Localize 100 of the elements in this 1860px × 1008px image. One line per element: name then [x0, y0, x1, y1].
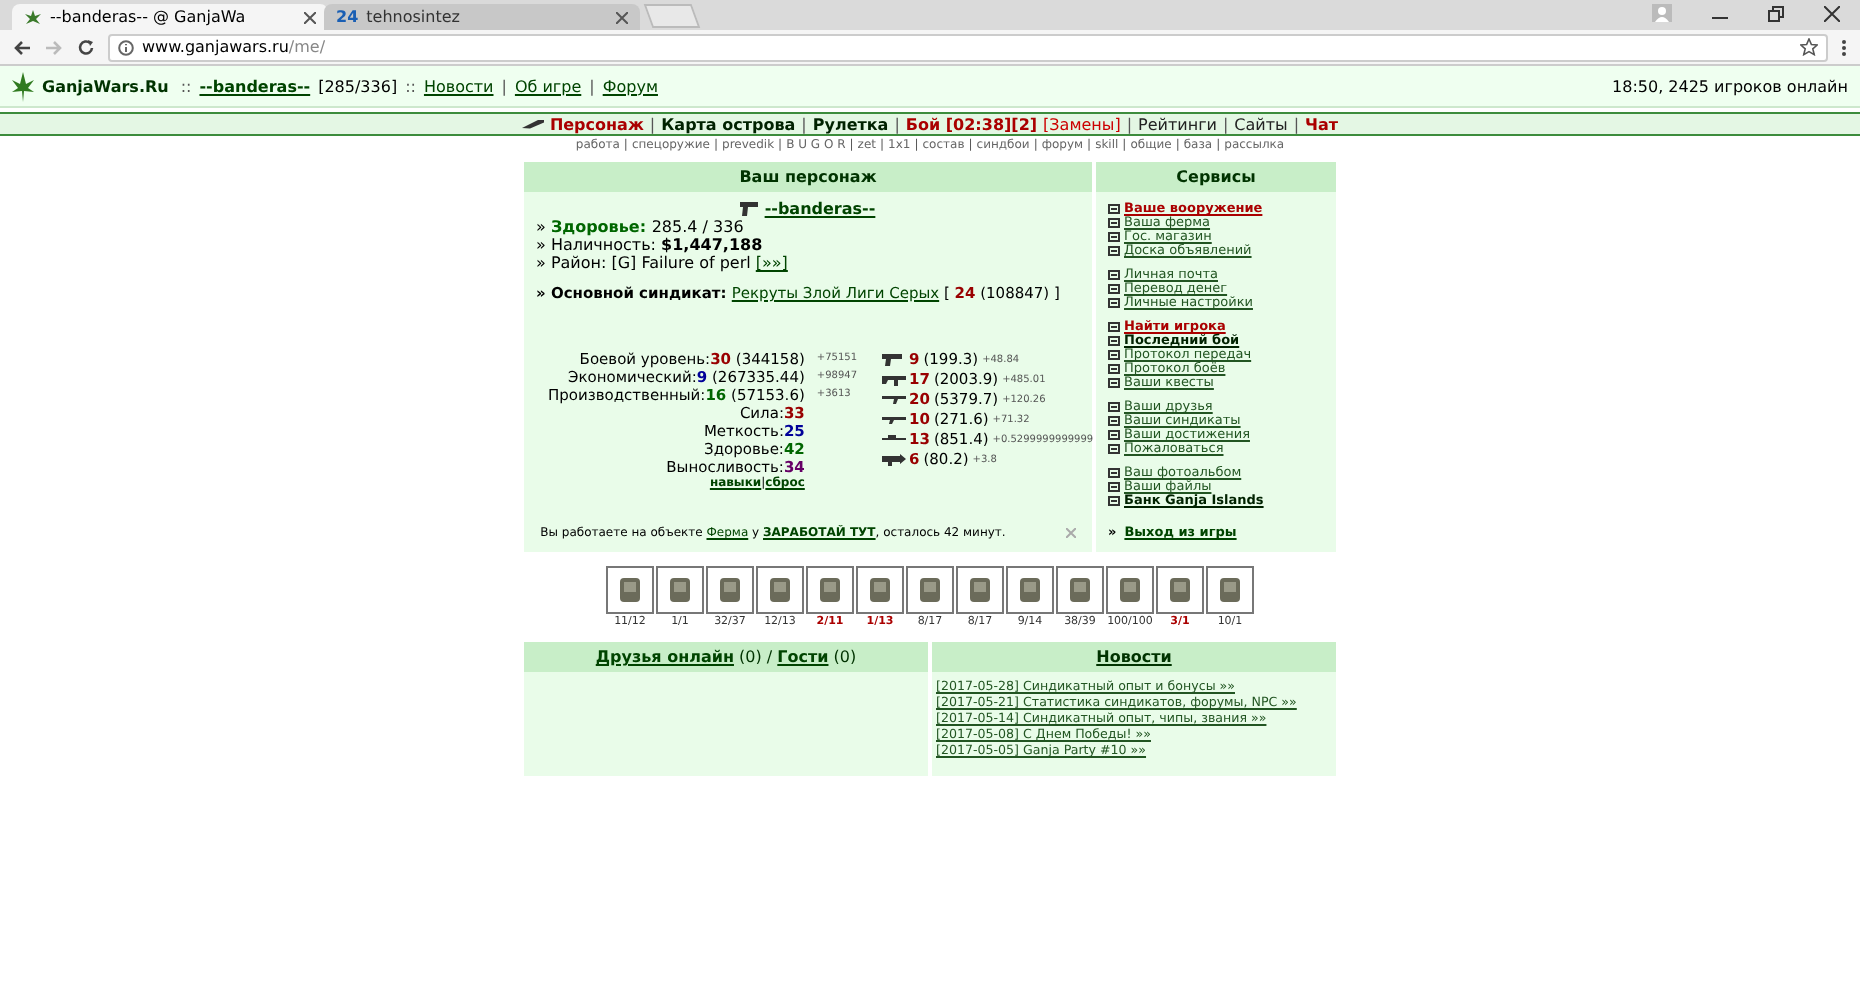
- gun-icon: [881, 374, 906, 386]
- character-fact: » Наличность: $1,447,188: [536, 236, 765, 254]
- site-logo: GanjaWars.Ru: [42, 77, 169, 95]
- separator: |: [1222, 115, 1229, 133]
- info-icon: [118, 39, 134, 55]
- separator: |: [801, 115, 807, 133]
- nav-link[interactable]: Рулетка: [812, 115, 889, 133]
- character-fact: » Район: [G] Failure of perl: [536, 254, 753, 272]
- item-picture: [1014, 574, 1046, 606]
- forward-icon: [44, 37, 64, 57]
- friends-count: (0): [737, 648, 764, 666]
- header-link[interactable]: Об игре: [514, 77, 582, 95]
- item-slot[interactable]: [1206, 566, 1254, 614]
- list-icon: [1108, 298, 1120, 308]
- news-title-link[interactable]: Новости: [1096, 648, 1172, 666]
- list-icon: [1108, 496, 1120, 506]
- item-slot[interactable]: [1156, 566, 1204, 614]
- item-slot[interactable]: [806, 566, 854, 614]
- nav-link[interactable]: Карта острова: [661, 115, 796, 133]
- list-icon: [1108, 430, 1120, 440]
- cannabis-leaf-icon: [12, 71, 34, 101]
- item-slot[interactable]: [1006, 566, 1054, 614]
- nav-link[interactable]: Бой [02:38][2]: [905, 115, 1038, 133]
- list-icon: [1108, 270, 1120, 280]
- list-icon: [1108, 284, 1120, 294]
- list-icon: [1108, 204, 1120, 214]
- item-slot[interactable]: [1106, 566, 1154, 614]
- nav-link[interactable]: Чат: [1305, 115, 1339, 133]
- browser-tab[interactable]: --banderas-- @ GanjaWa: [12, 4, 328, 30]
- item-picture: [1114, 574, 1146, 606]
- item-picture: [614, 574, 646, 606]
- list-icon: [1108, 232, 1120, 242]
- list-icon: [1108, 364, 1120, 374]
- list-icon: [1108, 482, 1120, 492]
- close-icon: [1824, 6, 1840, 22]
- list-icon: [1108, 322, 1120, 332]
- pistol-icon: [881, 354, 906, 366]
- rifle-icon: [881, 394, 906, 406]
- separator: |: [589, 77, 595, 95]
- separator: ::: [405, 77, 416, 95]
- item-picture: [864, 574, 896, 606]
- nav-link[interactable]: [Замены]: [1043, 115, 1121, 133]
- character-fact: » Здоровье: 285.4 / 336: [536, 218, 746, 236]
- close-icon: [304, 11, 316, 23]
- menu-icon: [1840, 37, 1848, 57]
- friends-link[interactable]: Друзья онлайн: [595, 648, 734, 666]
- header-link[interactable]: Новости: [423, 77, 494, 95]
- item-picture: [664, 574, 696, 606]
- item-slot[interactable]: [956, 566, 1004, 614]
- maximize-icon: [1768, 6, 1784, 22]
- guests-link[interactable]: Гости: [777, 648, 829, 666]
- separator: |: [894, 115, 900, 133]
- list-icon: [1108, 444, 1120, 454]
- list-icon: [1108, 350, 1120, 360]
- item-picture: [914, 574, 946, 606]
- leaf-icon: [24, 8, 42, 26]
- item-slot[interactable]: [706, 566, 754, 614]
- online-status: 18:50, 2425 игроков онлайн: [1612, 77, 1848, 95]
- nav-link[interactable]: Персонаж: [549, 115, 644, 133]
- nav-link[interactable]: Рейтинги: [1138, 115, 1217, 133]
- tab-number-label: 24: [336, 8, 359, 26]
- separator: |: [501, 77, 507, 95]
- list-icon: [1108, 218, 1120, 228]
- nav-link[interactable]: Сайты: [1234, 115, 1288, 133]
- tab-title: --banderas-- @ GanjaWa: [50, 8, 248, 26]
- close-icon: [616, 11, 628, 23]
- back-icon: [12, 37, 32, 57]
- list-icon: [1108, 468, 1120, 478]
- item-picture: [764, 574, 796, 606]
- header-link[interactable]: Форум: [602, 77, 658, 95]
- item-picture: [714, 574, 746, 606]
- player-name-link[interactable]: --banderas--: [764, 200, 876, 218]
- list-icon: [1108, 378, 1120, 388]
- item-slot[interactable]: [756, 566, 804, 614]
- item-picture: [1064, 574, 1096, 606]
- close-icon: [1065, 528, 1076, 538]
- item-picture: [964, 574, 996, 606]
- panel-title: Ваш персонаж: [524, 162, 1092, 192]
- url-text: www.ganjawars.ru/me/: [142, 38, 326, 56]
- pistol-icon: [740, 202, 759, 216]
- star-icon: [1800, 38, 1818, 56]
- item-slot[interactable]: [1056, 566, 1104, 614]
- header-link[interactable]: --banderas--: [199, 77, 311, 95]
- list-icon: [1108, 416, 1120, 426]
- separator: |: [1126, 115, 1133, 133]
- list-icon: [1108, 246, 1120, 256]
- item-slot[interactable]: [606, 566, 654, 614]
- item-slot[interactable]: [656, 566, 704, 614]
- browser-tab[interactable]: 24 tehnosintez: [324, 4, 640, 30]
- launcher-icon: [881, 454, 906, 466]
- item-slot[interactable]: [906, 566, 954, 614]
- tab-title: tehnosintez: [366, 8, 462, 26]
- rifle-icon: [521, 118, 544, 130]
- item-slot[interactable]: [856, 566, 904, 614]
- separator: |: [1293, 115, 1300, 133]
- guests-count: (0): [831, 648, 857, 666]
- sniper-rifle-icon: [881, 434, 906, 446]
- item-picture: [814, 574, 846, 606]
- district-link[interactable]: [»»]: [755, 254, 788, 272]
- address-bar[interactable]: www.ganjawars.ru/me/: [108, 33, 1828, 61]
